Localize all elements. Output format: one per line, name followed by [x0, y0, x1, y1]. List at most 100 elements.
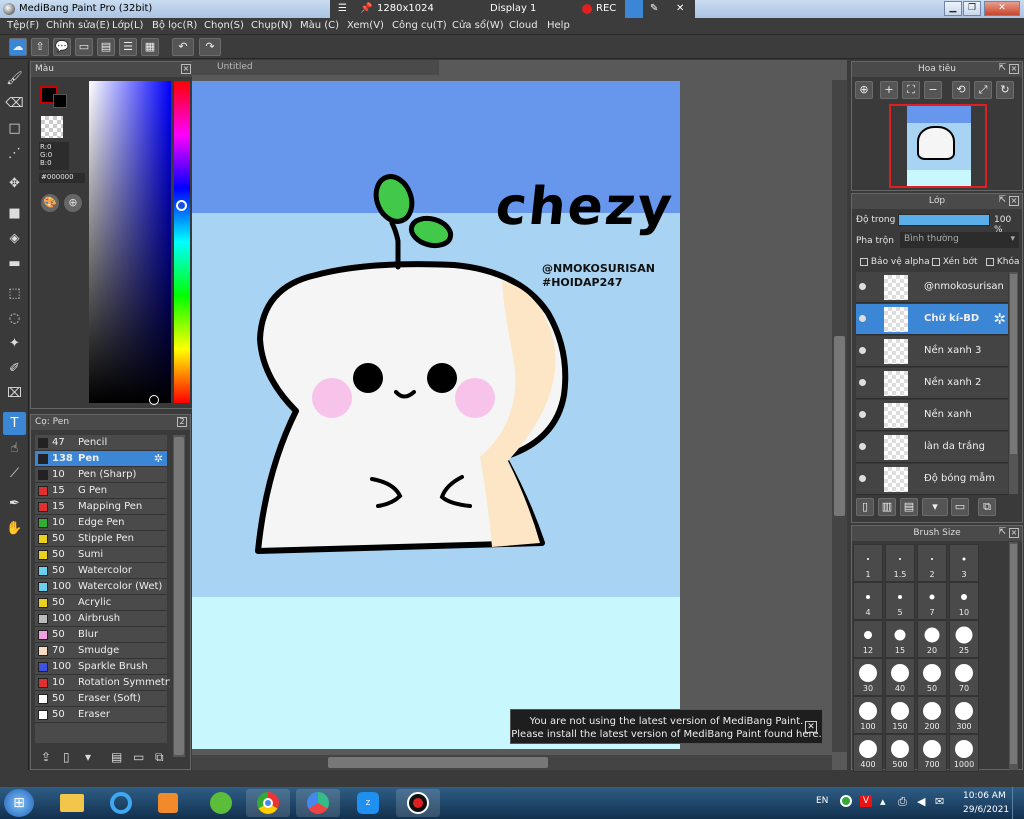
brush-size-option[interactable]: 150	[885, 696, 915, 734]
brush-size-option[interactable]: 50	[917, 658, 947, 696]
maximize-button[interactable]: ❐	[963, 1, 981, 16]
close-icon[interactable]: ×	[1009, 528, 1019, 538]
brush-item[interactable]: 47 Pencil	[35, 435, 167, 451]
menu-file[interactable]: Tệp(F)	[7, 20, 39, 31]
layer-folder-icon[interactable]: ▭	[951, 498, 969, 516]
brush-size-option[interactable]: 25	[949, 620, 979, 658]
brush-size-option[interactable]: 20	[917, 620, 947, 658]
menu-edit[interactable]: Chỉnh sửa(E)	[46, 20, 110, 31]
lock-checkbox[interactable]	[986, 257, 994, 266]
upload-icon[interactable]: ⇧	[31, 38, 49, 56]
rotate-icon[interactable]: ⟲	[952, 81, 970, 99]
clock-date[interactable]: 29/6/2021	[963, 805, 1009, 815]
lasso-tool-icon[interactable]: ◌	[3, 307, 26, 330]
zoom-plus-icon[interactable]: +	[880, 81, 898, 99]
brush-item[interactable]: 100 Watercolor (Wet)	[35, 579, 167, 595]
brush-size-option[interactable]: 100	[853, 696, 883, 734]
brush-item[interactable]: 10 Edge Pen	[35, 515, 167, 531]
list-icon[interactable]: ☰	[119, 38, 137, 56]
clipping-option[interactable]: Xén bớt	[932, 257, 978, 267]
layer-item[interactable]: Nền xanh	[856, 400, 1008, 431]
bucket-tool-icon[interactable]: ◈	[3, 227, 26, 250]
language-indicator[interactable]: EN	[816, 796, 828, 806]
brush-item[interactable]: 15 G Pen	[35, 483, 167, 499]
brush-item[interactable]: 50 Blur	[35, 627, 167, 643]
rec-label[interactable]: REC	[596, 3, 616, 14]
picker-cursor[interactable]	[149, 395, 159, 405]
media-player-icon[interactable]	[146, 789, 190, 817]
brush-item[interactable]: 15 Mapping Pen	[35, 499, 167, 515]
fit-icon[interactable]: ⛶	[902, 81, 920, 99]
brush-item[interactable]: 100 Sparkle Brush	[35, 659, 167, 675]
brush-size-option[interactable]: 30	[853, 658, 883, 696]
canvas-vertical-scrollbar[interactable]	[832, 80, 847, 752]
vivaldi-tray-icon[interactable]: V	[860, 795, 872, 807]
pen-icon[interactable]: ✎	[650, 3, 658, 14]
grid-icon[interactable]: ▦	[141, 38, 159, 56]
file-explorer-icon[interactable]	[50, 789, 94, 817]
document-tab[interactable]: Untitled	[192, 60, 439, 75]
record-icon[interactable]	[582, 4, 592, 14]
popout-icon[interactable]: ⇱	[998, 195, 1006, 205]
canvas-horizontal-scrollbar[interactable]	[192, 755, 832, 770]
brush-item[interactable]: 10 Pen (Sharp)	[35, 467, 167, 483]
new-8bit-layer-icon[interactable]: ▤	[900, 498, 918, 516]
tray-app-icon[interactable]	[840, 795, 852, 807]
minimize-button[interactable]: ▁	[944, 1, 962, 16]
visibility-icon[interactable]	[859, 283, 866, 290]
eraser-tool-icon[interactable]: ⌫	[3, 92, 26, 115]
brush-item[interactable]: 50 Sumi	[35, 547, 167, 563]
brush-size-option[interactable]: 7	[917, 582, 947, 620]
close-button[interactable]: ✕	[984, 1, 1020, 16]
brush-size-option[interactable]: 15	[885, 620, 915, 658]
brush-size-option[interactable]: 1.5	[885, 544, 915, 582]
show-hidden-icons-icon[interactable]: ▴	[880, 795, 886, 808]
visibility-icon[interactable]	[859, 475, 866, 482]
document-canvas[interactable]: chezy @NMOKOSURISAN #HOIDAP247	[192, 81, 680, 749]
brush-tool-icon[interactable]: 🖌	[3, 67, 26, 90]
start-button-icon[interactable]: ⊞	[4, 789, 34, 817]
menu-filter[interactable]: Bộ lọc(R)	[152, 20, 197, 31]
brush-size-scrollbar[interactable]	[1009, 542, 1018, 770]
page-icon[interactable]: ▤	[97, 38, 115, 56]
brush-size-option[interactable]: 500	[885, 734, 915, 772]
zoom-in-icon[interactable]: ⊕	[855, 81, 873, 99]
brush-copy-icon[interactable]: ⧉	[155, 750, 164, 765]
brush-size-option[interactable]: 400	[853, 734, 883, 772]
fullscreen-icon[interactable]: ⤢	[974, 81, 992, 99]
brush-size-option[interactable]: 12	[853, 620, 883, 658]
select-pen-tool-icon[interactable]: ✐	[3, 357, 26, 380]
brush-item[interactable]: 50 Eraser (Soft)	[35, 691, 167, 707]
visibility-icon[interactable]	[859, 411, 866, 418]
zalo-icon[interactable]: Z	[346, 789, 390, 817]
secondary-color-swatch[interactable]	[53, 94, 67, 108]
menu-help[interactable]: Help	[547, 20, 570, 31]
palette-add-icon[interactable]: ⊕	[64, 194, 82, 212]
update-notice[interactable]: You are not using the latest version of …	[510, 709, 823, 744]
move-tool-icon[interactable]: ✥	[3, 172, 26, 195]
brush-item[interactable]: 50 Eraser	[35, 707, 167, 723]
coccoc-browser-icon[interactable]	[198, 789, 242, 817]
visibility-icon[interactable]	[859, 443, 866, 450]
brush-size-option[interactable]: 5	[885, 582, 915, 620]
camera-icon[interactable]	[625, 0, 643, 18]
volume-icon[interactable]: ◀	[917, 795, 925, 808]
gear-icon[interactable]: ✲	[993, 310, 1006, 328]
action-center-icon[interactable]: ✉	[935, 795, 944, 808]
magic-wand-tool-icon[interactable]: ✦	[3, 332, 26, 355]
lock-option[interactable]: Khóa	[986, 257, 1020, 267]
layer-list-scrollbar[interactable]	[1009, 272, 1018, 494]
palette-icon[interactable]: 🎨	[41, 194, 59, 212]
brush-size-option[interactable]: 10	[949, 582, 979, 620]
brush-size-option[interactable]: 4	[853, 582, 883, 620]
layer-item[interactable]: @nmokosurisan	[856, 272, 1008, 303]
notice-line-2[interactable]: Please install the latest version of Med…	[511, 728, 822, 741]
fill-rect-tool-icon[interactable]: ■	[3, 202, 26, 225]
brush-item[interactable]: 100 Airbrush	[35, 611, 167, 627]
add-brush-menu-icon[interactable]: ▾	[85, 750, 91, 764]
brush-size-option[interactable]: 2	[917, 544, 947, 582]
zoom-out-icon[interactable]: −	[924, 81, 942, 99]
protect-alpha-option[interactable]: Bảo vệ alpha	[860, 257, 930, 267]
panel-collapse-icon[interactable]: 2	[177, 417, 187, 427]
brush-item[interactable]: 138 Pen ✲	[35, 451, 167, 467]
